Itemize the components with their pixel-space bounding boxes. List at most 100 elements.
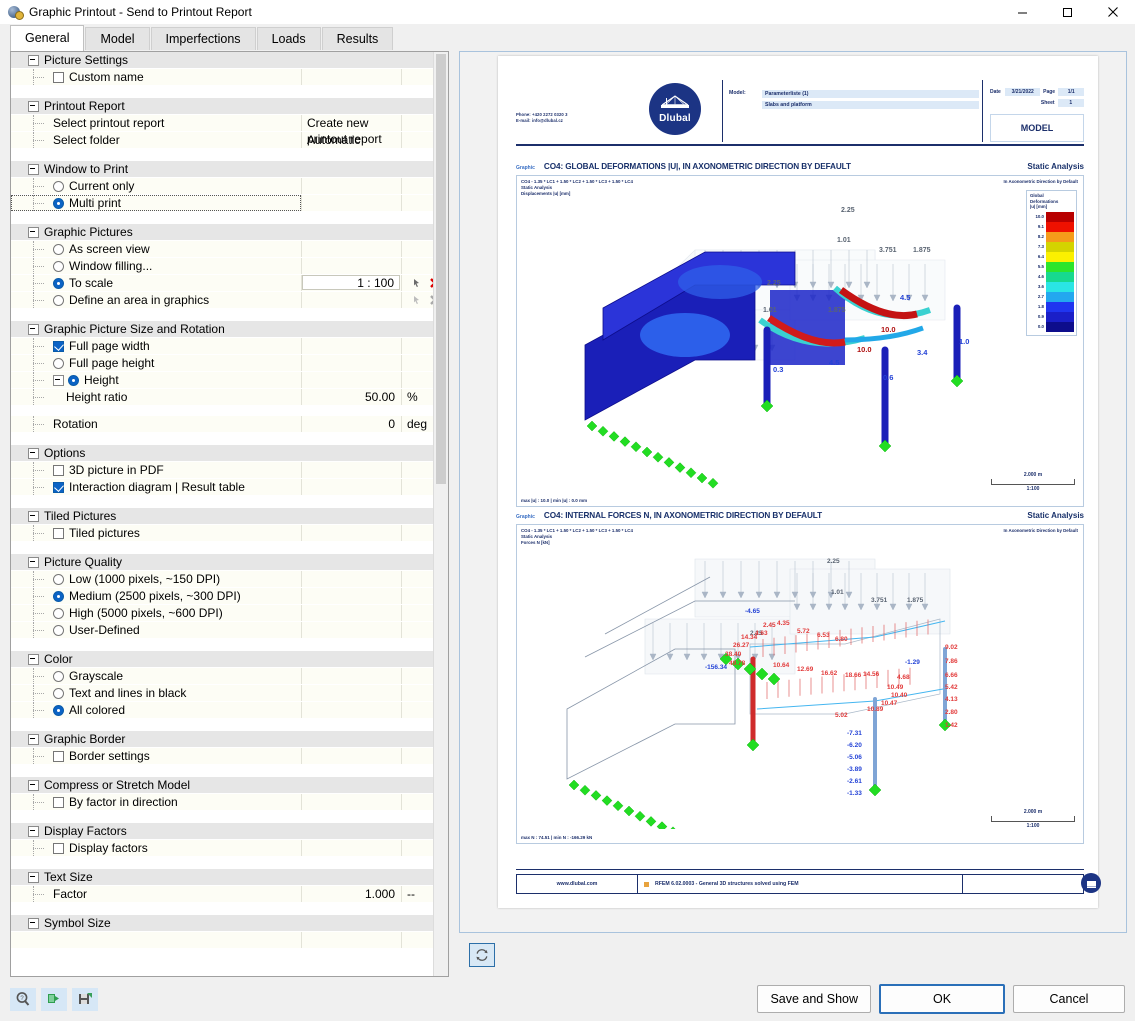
property-value[interactable] <box>301 685 401 701</box>
property-value[interactable] <box>301 668 401 684</box>
property-value[interactable]: 1.000 <box>301 886 401 902</box>
property-value[interactable] <box>301 241 401 257</box>
group-header[interactable]: Graphic Picture Size and Rotation <box>11 321 448 338</box>
property-value[interactable] <box>301 355 401 371</box>
collapse-icon[interactable] <box>28 510 39 522</box>
checkbox-tiled-pictures[interactable] <box>53 527 64 539</box>
print-preview[interactable]: Phone: +420 2272 0320 3 E-mail: info@dlu… <box>459 51 1127 933</box>
checkbox-display-factors[interactable] <box>53 842 64 854</box>
radio-define-an-area-in-graphics[interactable] <box>53 294 64 306</box>
property-row[interactable]: 3D picture in PDF <box>11 462 448 479</box>
group-header[interactable]: Color <box>11 651 448 668</box>
minimize-icon[interactable] <box>1000 0 1045 24</box>
help-icon[interactable]: ? <box>10 987 36 1011</box>
collapse-icon[interactable] <box>28 54 39 66</box>
settings-scrollbar[interactable] <box>433 52 448 976</box>
group-header[interactable]: Symbol Size <box>11 915 448 932</box>
property-value[interactable] <box>301 748 401 764</box>
group-header[interactable]: Compress or Stretch Model <box>11 777 448 794</box>
radio-height[interactable] <box>68 374 79 386</box>
collapse-icon[interactable] <box>28 779 39 791</box>
tab-general[interactable]: General <box>10 25 85 51</box>
property-value[interactable] <box>301 258 401 274</box>
property-row[interactable]: User-Defined <box>11 622 448 639</box>
property-value[interactable] <box>301 338 401 354</box>
collapse-icon[interactable] <box>28 556 39 568</box>
cancel-button[interactable]: Cancel <box>1013 985 1125 1013</box>
refresh-icon[interactable] <box>469 943 495 967</box>
collapse-icon[interactable] <box>28 447 39 459</box>
scale-input[interactable]: 1 : 100 <box>302 275 400 290</box>
property-row[interactable]: Multi print <box>11 195 448 212</box>
property-value[interactable] <box>301 622 401 638</box>
property-row[interactable]: High (5000 pixels, ~600 DPI) <box>11 605 448 622</box>
property-row[interactable]: Border settings <box>11 748 448 765</box>
save-settings-icon[interactable] <box>72 987 98 1011</box>
group-header[interactable]: Options <box>11 445 448 462</box>
property-value[interactable] <box>301 840 401 856</box>
property-value[interactable] <box>301 462 401 478</box>
property-value[interactable] <box>301 372 401 388</box>
radio-text-and-lines-in-black[interactable] <box>53 687 64 699</box>
radio-current-only[interactable] <box>53 180 64 192</box>
property-row[interactable]: Text and lines in black <box>11 685 448 702</box>
property-row[interactable]: To scale 1 : 100 <box>11 275 448 292</box>
collapse-icon[interactable] <box>28 323 39 335</box>
property-row[interactable]: Select folder Automatic <box>11 132 448 149</box>
tab-results[interactable]: Results <box>321 27 394 51</box>
property-value[interactable]: Create new printout report <box>301 115 401 146</box>
collapse-icon[interactable] <box>28 653 39 665</box>
property-row[interactable]: Full page width <box>11 338 448 355</box>
maximize-icon[interactable] <box>1045 0 1090 24</box>
property-value[interactable] <box>301 605 401 621</box>
group-header[interactable]: Picture Quality <box>11 554 448 571</box>
tab-imperfections[interactable]: Imperfections <box>150 27 256 51</box>
property-row[interactable]: Custom name <box>11 69 448 86</box>
property-value[interactable] <box>301 702 401 718</box>
property-row[interactable]: Select printout report Create new printou… <box>11 115 448 146</box>
collapse-icon[interactable] <box>28 163 39 175</box>
collapse-icon[interactable] <box>28 917 39 929</box>
property-value[interactable] <box>301 588 401 604</box>
close-icon[interactable] <box>1090 0 1135 24</box>
collapse-icon[interactable] <box>28 226 39 238</box>
collapse-icon[interactable] <box>28 825 39 837</box>
group-header[interactable]: Text Size <box>11 869 448 886</box>
group-header[interactable]: Picture Settings <box>11 52 448 69</box>
radio-medium-2500-pixels-300-dpi[interactable] <box>53 590 64 602</box>
property-row[interactable]: Low (1000 pixels, ~150 DPI) <box>11 571 448 588</box>
property-row[interactable]: Rotation 0 deg <box>11 416 448 433</box>
checkbox-border-settings[interactable] <box>53 750 64 762</box>
collapse-icon[interactable] <box>28 100 39 112</box>
property-value[interactable]: Automatic <box>301 132 401 148</box>
radio-as-screen-view[interactable] <box>53 243 64 255</box>
radio-all-colored[interactable] <box>53 704 64 716</box>
radio-low-1000-pixels-150-dpi[interactable] <box>53 573 64 585</box>
export-icon[interactable] <box>41 987 67 1011</box>
checkbox-3d-picture-in-pdf[interactable] <box>53 464 64 476</box>
group-header[interactable]: Display Factors <box>11 823 448 840</box>
ok-button[interactable]: OK <box>879 984 1005 1014</box>
property-row[interactable]: Interaction diagram | Result table <box>11 479 448 496</box>
property-row[interactable]: Factor 1.000 -- <box>11 886 448 903</box>
tab-model[interactable]: Model <box>85 27 150 51</box>
radio-multi-print[interactable] <box>53 197 64 209</box>
property-row[interactable]: Medium (2500 pixels, ~300 DPI) <box>11 588 448 605</box>
property-row[interactable]: By factor in direction <box>11 794 448 811</box>
property-row[interactable]: Height <box>11 372 448 389</box>
property-row[interactable]: Grayscale <box>11 668 448 685</box>
property-value[interactable] <box>301 525 401 541</box>
property-row[interactable]: As screen view <box>11 241 448 258</box>
radio-grayscale[interactable] <box>53 670 64 682</box>
property-row[interactable]: Height ratio 50.00% <box>11 389 448 406</box>
property-value[interactable] <box>301 571 401 587</box>
property-row[interactable]: All colored <box>11 702 448 719</box>
checkbox-by-factor-in-direction[interactable] <box>53 796 64 808</box>
property-value[interactable]: 50.00 <box>301 389 401 405</box>
save-and-show-button[interactable]: Save and Show <box>757 985 871 1013</box>
group-header[interactable]: Graphic Pictures <box>11 224 448 241</box>
tab-loads[interactable]: Loads <box>256 27 321 51</box>
group-header[interactable]: Graphic Border <box>11 731 448 748</box>
collapse-icon[interactable] <box>28 871 39 883</box>
checkbox-interaction-diagram-result-table[interactable] <box>53 481 64 493</box>
